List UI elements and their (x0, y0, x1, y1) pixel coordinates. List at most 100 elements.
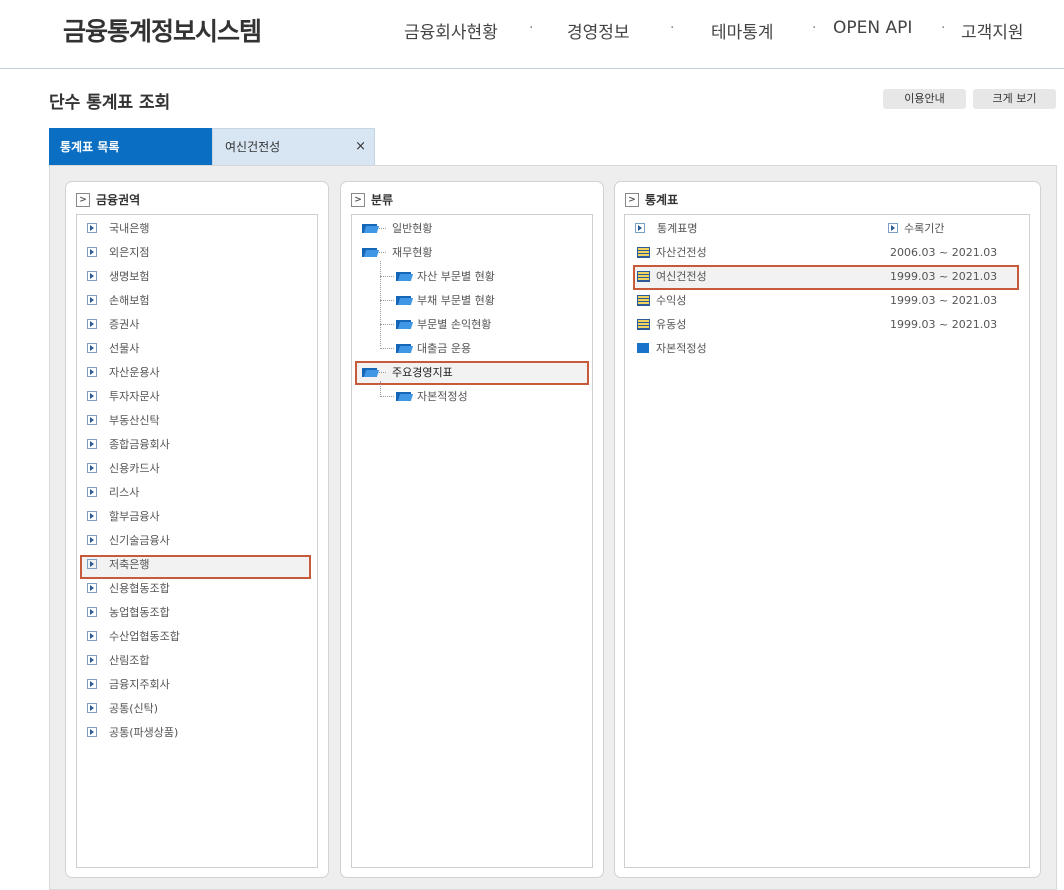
nav-management-info[interactable]: 경영정보 (567, 18, 630, 43)
bullet-icon (87, 439, 97, 449)
sector-item[interactable]: 공통(신탁) (87, 697, 158, 719)
stat-table-row[interactable]: 유동성 (637, 313, 686, 335)
sector-item[interactable]: 수산업협동조합 (87, 625, 180, 647)
top-header: 금융통계정보시스템 금융회사현황 · 경영정보 · 테마통계 · OPEN AP… (0, 0, 1064, 69)
sector-item[interactable]: 종합금융회사 (87, 433, 170, 455)
tab-label: 여신건전성 (225, 140, 281, 154)
close-icon[interactable]: × (355, 129, 366, 165)
sector-item[interactable]: 저축은행 (87, 553, 149, 575)
table-icon (637, 318, 650, 330)
sector-item[interactable]: 국내은행 (87, 217, 149, 239)
sector-item-label: 자산운용사 (109, 366, 160, 379)
expand-icon (635, 223, 645, 233)
nav-financial-companies[interactable]: 금융회사현황 (404, 18, 498, 43)
tab-credit-soundness[interactable]: 여신건전성 × (212, 128, 375, 166)
sector-item-label: 저축은행 (109, 558, 150, 571)
stat-table-name: 자산건전성 (656, 246, 707, 259)
bullet-icon (87, 559, 97, 569)
bullet-icon (87, 415, 97, 425)
stat-table-period: 2006.03 ~ 2021.03 (890, 245, 998, 259)
category-item-label: 대출금 운용 (417, 342, 472, 355)
table-icon (637, 246, 650, 258)
nav-separator: · (670, 20, 675, 36)
sector-item[interactable]: 증권사 (87, 313, 139, 335)
stat-table-row[interactable]: 자산건전성 (637, 241, 707, 263)
sector-item-label: 선물사 (109, 342, 140, 355)
category-item[interactable]: 주요경영지표 (362, 361, 453, 383)
bullet-icon (87, 319, 97, 329)
bullet-icon (87, 295, 97, 305)
nav-theme-stats[interactable]: 테마통계 (711, 18, 774, 43)
category-item-label: 주요경영지표 (392, 366, 453, 379)
nav-customer-support[interactable]: 고객지원 (961, 18, 1024, 43)
sector-panel: > 금융권역 국내은행외은지점생명보험 손해보험증권사선물사자산운용사투자자문사 부… (65, 181, 329, 878)
zoom-view-button[interactable]: 크게 보기 (973, 89, 1056, 109)
category-item[interactable]: 자본적정성 (396, 385, 468, 407)
bullet-icon (87, 679, 97, 689)
sector-item-label: 신용협동조합 (109, 582, 170, 595)
category-tree: 일반현황 재무현황 자산 부문별 현황부채 부문별 현황부문별 손익현황대출금 운용… (351, 214, 593, 868)
stat-table-list: 통계표명 수록기간 자산건전성 2006.03 ~ 2021.03 여신건전성 199… (624, 214, 1030, 868)
stat-table-name: 수익성 (656, 294, 687, 307)
expand-icon (888, 223, 898, 233)
table-icon (637, 270, 650, 282)
sector-item[interactable]: 손해보험 (87, 289, 149, 311)
stat-table-row[interactable]: 자본적정성 (637, 337, 707, 359)
sector-item[interactable]: 산림조합 (87, 649, 149, 671)
sector-item[interactable]: 생명보험 (87, 265, 149, 287)
sector-item[interactable]: 부동산신탁 (87, 409, 160, 431)
category-item[interactable]: 일반현황 (362, 217, 432, 239)
bullet-icon (87, 655, 97, 665)
sector-item-label: 증권사 (109, 318, 140, 331)
sector-item[interactable]: 신용카드사 (87, 457, 160, 479)
sector-panel-header: > 금융권역 (76, 191, 140, 208)
column-header-period[interactable]: 수록기간 (888, 217, 944, 239)
stat-table-row[interactable]: 여신건전성 (637, 265, 707, 287)
stat-table-row[interactable]: 수익성 (637, 289, 686, 311)
stat-table-period: 1999.03 ~ 2021.03 (890, 317, 998, 331)
bullet-icon (87, 247, 97, 257)
category-item-label: 부채 부문별 현황 (417, 294, 495, 307)
sector-item[interactable]: 선물사 (87, 337, 139, 359)
sector-item[interactable]: 자산운용사 (87, 361, 160, 383)
bullet-icon (87, 223, 97, 233)
sector-item[interactable]: 신기술금융사 (87, 529, 170, 551)
category-item[interactable]: 재무현황 (362, 241, 432, 263)
sector-item[interactable]: 투자자문사 (87, 385, 160, 407)
arrow-icon: > (76, 192, 90, 207)
sector-item[interactable]: 신용협동조합 (87, 577, 170, 599)
sector-item[interactable]: 할부금융사 (87, 505, 160, 527)
sector-item[interactable]: 외은지점 (87, 241, 149, 263)
folder-icon (362, 247, 380, 257)
stat-table-panel-header: > 통계표 (625, 191, 678, 208)
sector-item[interactable]: 농업협동조합 (87, 601, 170, 623)
stat-table-panel: > 통계표 통계표명 수록기간 자산건전성 2006.03 ~ 2021.03 여신… (614, 181, 1041, 878)
folder-icon (396, 271, 414, 281)
bullet-icon (87, 583, 97, 593)
nav-open-api[interactable]: OPEN API (833, 18, 912, 38)
category-item[interactable]: 부채 부문별 현황 (396, 289, 495, 311)
category-panel: > 분류 일반현황 재무현황 자산 부문별 현황 부채 부문별 현황 부문별 손익현황 대… (340, 181, 604, 878)
sector-list: 국내은행외은지점생명보험 손해보험증권사선물사자산운용사투자자문사 부동산신탁 종합금… (76, 214, 318, 868)
table-icon (637, 294, 650, 306)
column-header-name[interactable]: 통계표명 (635, 217, 697, 239)
stat-table-panel-title: 통계표 (645, 193, 679, 207)
arrow-icon: > (351, 192, 365, 207)
sector-item-label: 외은지점 (109, 246, 150, 259)
category-item[interactable]: 자산 부문별 현황 (396, 265, 495, 287)
tab-stat-list[interactable]: 통계표 목록 (49, 128, 212, 166)
sector-item[interactable]: 리스사 (87, 481, 139, 503)
category-item[interactable]: 대출금 운용 (396, 337, 471, 359)
bullet-icon (87, 703, 97, 713)
sector-item[interactable]: 공통(파생상품) (87, 721, 178, 743)
stat-table-name: 유동성 (656, 318, 687, 331)
sector-item-label: 농업협동조합 (109, 606, 170, 619)
bullet-icon (87, 367, 97, 377)
guide-button[interactable]: 이용안내 (883, 89, 966, 109)
category-item[interactable]: 부문별 손익현황 (396, 313, 491, 335)
bullet-icon (87, 535, 97, 545)
bullet-icon (87, 343, 97, 353)
sector-item[interactable]: 금융지주회사 (87, 673, 170, 695)
sector-item-label: 공통(파생상품) (109, 726, 179, 739)
category-item-label: 자본적정성 (417, 390, 468, 403)
